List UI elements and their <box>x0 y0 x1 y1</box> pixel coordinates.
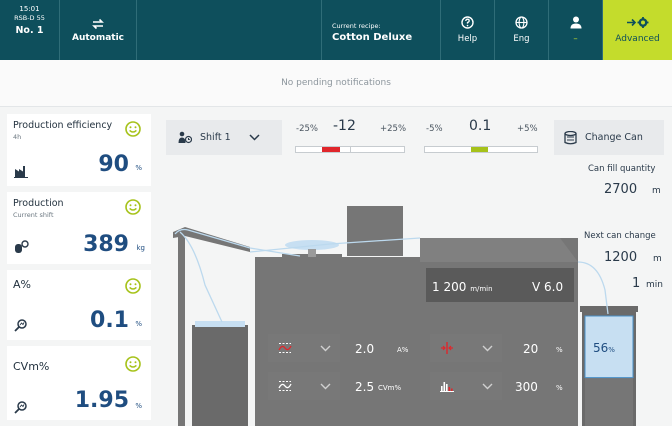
feed-table <box>285 240 339 250</box>
draft-value: 20 <box>523 342 539 356</box>
a-percent-setting-dropdown[interactable] <box>268 334 340 362</box>
machine-top-box <box>347 206 403 256</box>
cvm-unit: CVm% <box>378 384 402 392</box>
a-percent-value: 2.0 <box>355 342 375 356</box>
left-can <box>192 325 248 426</box>
draft-unit: % <box>556 346 563 354</box>
histogram-unit: % <box>556 384 563 392</box>
chevron-down-icon <box>482 383 493 389</box>
chevron-down-icon <box>482 345 493 351</box>
histogram-value: 300 <box>515 380 538 394</box>
speed-value: 1 200 <box>432 280 467 294</box>
histogram-setting-dropdown[interactable] <box>430 372 502 400</box>
cvm-value: 2.5 <box>355 380 375 394</box>
feed-stand-post <box>178 236 185 426</box>
left-can-sliver <box>195 321 245 327</box>
delivery-speed: 1 200 m/min <box>432 280 493 294</box>
speed-unit: m/min <box>470 285 493 293</box>
wave-chart-icon <box>278 343 292 353</box>
wave-chart-icon <box>278 381 292 391</box>
chevron-down-icon <box>320 383 331 389</box>
can-fill-percentage: 56% <box>593 341 615 355</box>
chevron-down-icon <box>320 345 331 351</box>
cvm-setting-dropdown[interactable] <box>268 372 340 400</box>
draft-setting-dropdown[interactable] <box>430 334 502 362</box>
can-fill-percent-value: 56 <box>593 341 609 355</box>
split-arrows-icon <box>441 342 453 354</box>
bar-histogram-icon <box>440 382 454 392</box>
a-percent-unit: A% <box>397 346 409 354</box>
machine-diagram <box>173 206 638 426</box>
can-fill-percent-unit: % <box>608 346 615 354</box>
version-label: V 6.0 <box>532 280 564 294</box>
